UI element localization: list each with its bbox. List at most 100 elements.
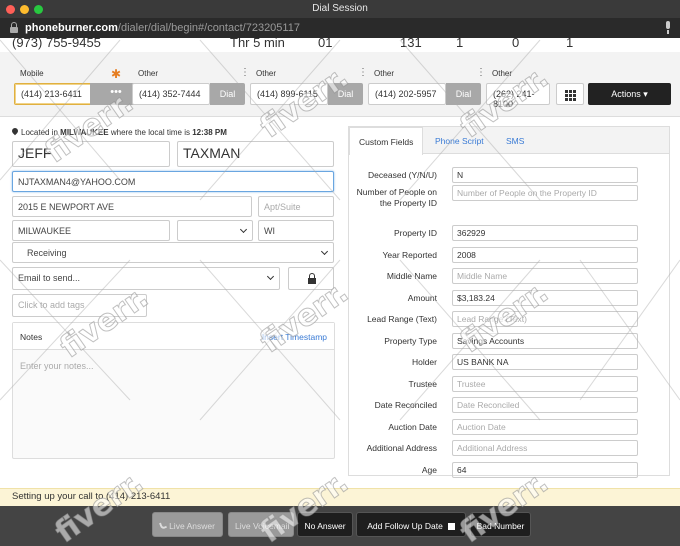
custom-field-input[interactable]: Middle Name: [452, 268, 638, 284]
stat-value: 0: [512, 38, 520, 50]
actions-dropdown-button[interactable]: Actions ▾: [588, 83, 671, 105]
custom-field-input[interactable]: Lead Range (Text): [452, 311, 638, 327]
stat-value: 131: [400, 38, 422, 50]
contact-details-panel: Located in MILWAUKEE where the local tim…: [0, 118, 340, 490]
dial-button[interactable]: Dial: [328, 83, 363, 105]
custom-field-label: Trustee: [408, 379, 437, 389]
tab-phone-script[interactable]: Phone Script: [435, 136, 484, 146]
notes-header: Notes Insert Timestamp: [13, 323, 334, 350]
phone-number-field[interactable]: (262) 241-8100: [486, 83, 550, 109]
session-stats-row: (973) 755-9455 Thr 5 min 01 131 1 0 1: [0, 38, 680, 52]
phone-label: Other: [256, 69, 277, 78]
calendar-icon: [447, 523, 455, 530]
custom-field-input[interactable]: N: [452, 167, 638, 183]
microphone-icon[interactable]: [664, 21, 672, 35]
call-status-bar: Setting up your call to (414) 213-6411: [0, 488, 680, 506]
add-follow-up-date-button[interactable]: Add Follow Up Date: [356, 512, 466, 537]
custom-field-input[interactable]: 64: [452, 462, 638, 478]
phone-icon: [159, 521, 168, 530]
email-template-select[interactable]: Email to send...: [12, 267, 280, 290]
custom-field-label: Property Type: [384, 336, 437, 346]
stat-value: 01: [318, 38, 333, 50]
custom-field-input[interactable]: 2008: [452, 247, 638, 263]
insert-timestamp-link[interactable]: Insert Timestamp: [262, 332, 327, 342]
custom-field-label: Amount: [407, 293, 437, 303]
last-name-input[interactable]: TAXMAN: [177, 141, 334, 167]
tab-sms[interactable]: SMS: [506, 136, 524, 146]
custom-field-label: Property ID: [394, 228, 437, 238]
custom-field-label: Middle Name: [386, 271, 437, 281]
bad-number-button[interactable]: Bad Number: [470, 512, 531, 537]
country-select[interactable]: [177, 220, 253, 241]
dial-session-window: Dial Session phoneburner.com/dialer/dial…: [0, 0, 680, 546]
stat-duration: Thr 5 min: [230, 38, 285, 50]
custom-field-label: Additional Address: [366, 443, 437, 453]
city-input[interactable]: MILWAUKEE: [12, 220, 170, 241]
custom-field-input[interactable]: Auction Date: [452, 419, 638, 435]
stat-value: 1: [566, 38, 574, 50]
kebab-icon[interactable]: ⋮: [476, 68, 486, 78]
custom-field-input[interactable]: Additional Address: [452, 440, 638, 456]
first-name-input[interactable]: JEFF: [12, 141, 170, 167]
chevron-down-icon: [320, 247, 329, 256]
stage-select[interactable]: Receiving: [12, 242, 334, 263]
phone-number-field[interactable]: (414) 899-6115: [250, 83, 328, 105]
custom-field-label: Holder: [411, 357, 437, 367]
phone-label: Other: [374, 69, 395, 78]
stat-value: 1: [456, 38, 464, 50]
stage-value: Receiving: [27, 248, 67, 258]
no-answer-button[interactable]: No Answer: [297, 512, 353, 537]
title-bar: Dial Session: [0, 0, 680, 18]
custom-field-input[interactable]: Savings Accounts: [452, 333, 638, 349]
custom-field-label: Age: [421, 465, 437, 475]
live-answer-button[interactable]: Live Answer: [152, 512, 223, 537]
phone-number-field[interactable]: (414) 213-6411: [14, 83, 92, 105]
dial-button[interactable]: Dial: [446, 83, 481, 105]
custom-field-input[interactable]: Date Reconciled: [452, 397, 638, 413]
tab-bar: Custom Fields Phone Script SMS: [349, 127, 669, 155]
custom-field-label: Year Reported: [382, 250, 437, 260]
custom-field-input[interactable]: US BANK NA: [452, 354, 638, 370]
location-info: Located in MILWAUKEE where the local tim…: [10, 126, 227, 137]
lock-button[interactable]: [288, 267, 334, 290]
phone-number-field[interactable]: (414) 352-7444: [132, 83, 210, 105]
grid-icon[interactable]: [556, 83, 584, 105]
phone-number-field[interactable]: (414) 202-5957: [368, 83, 446, 105]
contact-phone-header: (973) 755-9455: [12, 38, 101, 50]
notes-panel: Notes Insert Timestamp Enter your notes.…: [12, 322, 335, 459]
custom-field-label: Number of People on the Property ID: [356, 187, 437, 208]
state-input[interactable]: WI: [258, 220, 334, 241]
street-address-input[interactable]: 2015 E NEWPORT AVE: [12, 196, 252, 217]
phone-label: Mobile: [20, 69, 44, 78]
custom-field-label: Date Reconciled: [374, 400, 437, 410]
notes-textarea[interactable]: Enter your notes...: [20, 361, 94, 371]
kebab-icon[interactable]: ⋮: [358, 68, 368, 78]
url-bar[interactable]: phoneburner.com/dialer/dial/begin#/conta…: [0, 18, 680, 38]
window-title: Dial Session: [312, 3, 368, 14]
custom-fields-panel: Custom Fields Phone Script SMS Deceased …: [348, 126, 670, 478]
custom-field-label: Lead Range (Text): [367, 314, 437, 324]
custom-field-input[interactable]: 362929: [452, 225, 638, 241]
tab-custom-fields[interactable]: Custom Fields: [349, 127, 424, 155]
email-input[interactable]: NJTAXMAN4@YAHOO.COM: [12, 171, 334, 192]
chevron-down-icon: [266, 272, 275, 281]
map-pin-icon: [10, 126, 20, 136]
lock-icon: [10, 22, 18, 33]
phone-label: Other: [138, 69, 159, 78]
url-text[interactable]: phoneburner.com/dialer/dial/begin#/conta…: [25, 22, 300, 34]
call-outcome-bar: Live Answer Live Voicemail No Answer Add…: [0, 506, 680, 546]
phone-label: Other: [492, 69, 513, 78]
phone-numbers-bar: Mobile ✱ ⋮ (414) 213-6411 ••• Other ⋮ (4…: [0, 52, 680, 117]
notes-title: Notes: [20, 332, 43, 342]
chevron-down-icon: [239, 225, 248, 234]
kebab-icon[interactable]: ⋮: [240, 68, 250, 78]
custom-field-input[interactable]: $3,183.24: [452, 290, 638, 306]
custom-field-input[interactable]: Trustee: [452, 376, 638, 392]
live-voicemail-button[interactable]: Live Voicemail: [228, 512, 294, 537]
apt-suite-input[interactable]: Apt/Suite: [258, 196, 334, 217]
dial-button[interactable]: Dial: [210, 83, 245, 105]
tags-input[interactable]: Click to add tags: [12, 294, 147, 317]
custom-field-input[interactable]: Number of People on the Property ID: [452, 185, 638, 201]
custom-field-label: Deceased (Y/N/U): [368, 170, 437, 180]
custom-field-label: Auction Date: [388, 422, 437, 432]
